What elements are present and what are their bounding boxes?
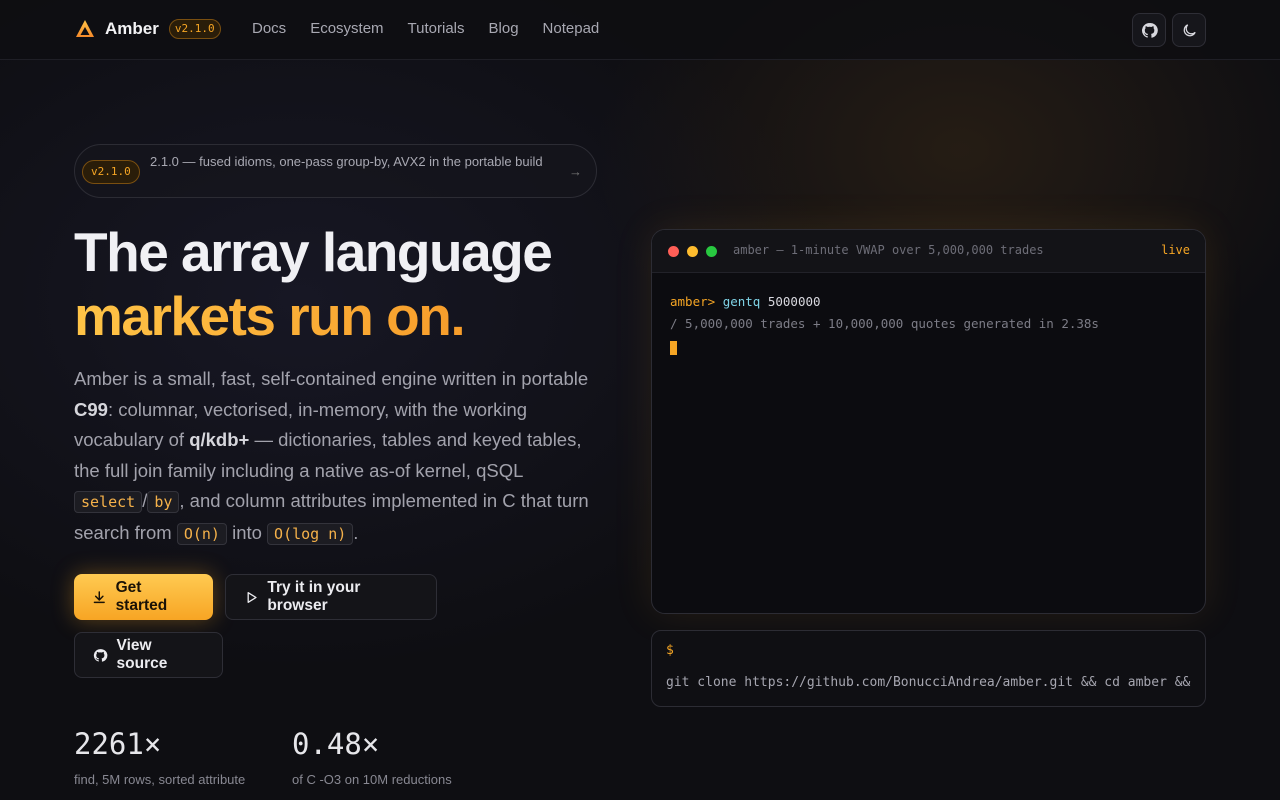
terminal-command-line: amber> gentq 5000000 [670,291,1187,313]
c99-highlight: C99 [74,398,108,420]
code-o-log-n: O(log n) [267,522,354,545]
shell-prompt: $ [666,643,674,658]
view-source-label: View source [116,637,168,672]
brand[interactable]: Amber v2.1.0 [75,19,221,39]
lede-text: . [353,521,359,543]
get-started-button[interactable]: Get started [74,574,213,620]
arrow-right-icon: → [569,164,582,179]
stat-reductions: 0.48× of C -O3 on 10M reductions [292,726,452,787]
release-announcement[interactable]: v2.1.0 2.1.0 — fused idioms, one-pass gr… [74,144,597,198]
github-icon [93,648,108,662]
terminal-titlebar: amber — 1-minute VWAP over 5,000,000 tra… [652,230,1205,273]
maximize-dot-icon [706,246,717,257]
terminal-window: amber — 1-minute VWAP over 5,000,000 tra… [651,229,1206,614]
terminal-argument: 5000000 [767,294,821,309]
close-dot-icon [668,246,679,257]
stat-value: 2261× [74,727,162,761]
version-badge: v2.1.0 [168,19,221,39]
amber-logo-icon [76,20,94,37]
live-indicator: live [1161,243,1190,257]
terminal-output: / 5,000,000 trades + 10,000,000 quotes g… [670,316,1099,331]
release-text: 2.1.0 — fused idioms, one-pass group-by,… [150,154,543,169]
minimize-dot-icon [687,246,698,257]
install-command-box[interactable]: $ git clone https://github.com/BonucciAn… [651,630,1206,707]
try-in-browser-button[interactable]: Try it in your browser [225,574,437,620]
nav-link-ecosystem[interactable]: Ecosystem [310,20,383,37]
nav-link-notepad[interactable]: Notepad [543,20,600,37]
hero-description: Amber is a small, fast, self-contained e… [74,364,604,549]
theme-toggle-button[interactable] [1172,13,1206,47]
code-by: by [147,491,180,513]
terminal-command: gentq [722,294,761,309]
release-badge: v2.1.0 [82,160,140,184]
try-in-browser-label: Try it in your browser [267,579,361,614]
lede-text: into [226,521,268,543]
terminal-title: amber — 1-minute VWAP over 5,000,000 tra… [733,243,1044,257]
github-button[interactable] [1132,13,1166,47]
lede-text: Amber is a small, fast, self-contained e… [74,368,589,389]
github-icon [1141,22,1158,38]
terminal-prompt: amber> [670,294,716,309]
stat-label: find, 5M rows, sorted attribute [74,772,246,787]
stat-value: 0.48× [292,727,380,761]
stat-find: 2261× find, 5M rows, sorted attribute [74,726,245,787]
nav-link-tutorials[interactable]: Tutorials [408,20,465,37]
install-command: git clone https://github.com/BonucciAndr… [666,675,1191,690]
qkdb-highlight: q/kdb+ [189,429,250,450]
get-started-label: Get started [115,579,168,614]
hero-title-line1: The array language [74,221,553,283]
stat-label: of C -O3 on 10M reductions [292,772,452,787]
top-nav: Amber v2.1.0 Docs Ecosystem Tutorials Bl… [0,0,1280,60]
terminal-cursor [670,341,677,355]
nav-links: Docs Ecosystem Tutorials Blog Notepad [252,20,599,37]
hero-title-line2: markets run on. [74,284,551,348]
moon-icon [1183,23,1196,36]
view-source-button[interactable]: View source [74,632,223,678]
code-o-n: O(n) [176,522,227,545]
download-icon [93,590,105,603]
nav-link-docs[interactable]: Docs [252,20,286,37]
brand-name: Amber [105,19,159,38]
hero-title: The array language markets run on. [74,220,553,348]
code-select: select [74,491,143,513]
terminal-body[interactable]: amber> gentq 5000000 / 5,000,000 trades … [652,273,1205,380]
nav-link-blog[interactable]: Blog [489,20,519,37]
play-icon [247,591,257,603]
